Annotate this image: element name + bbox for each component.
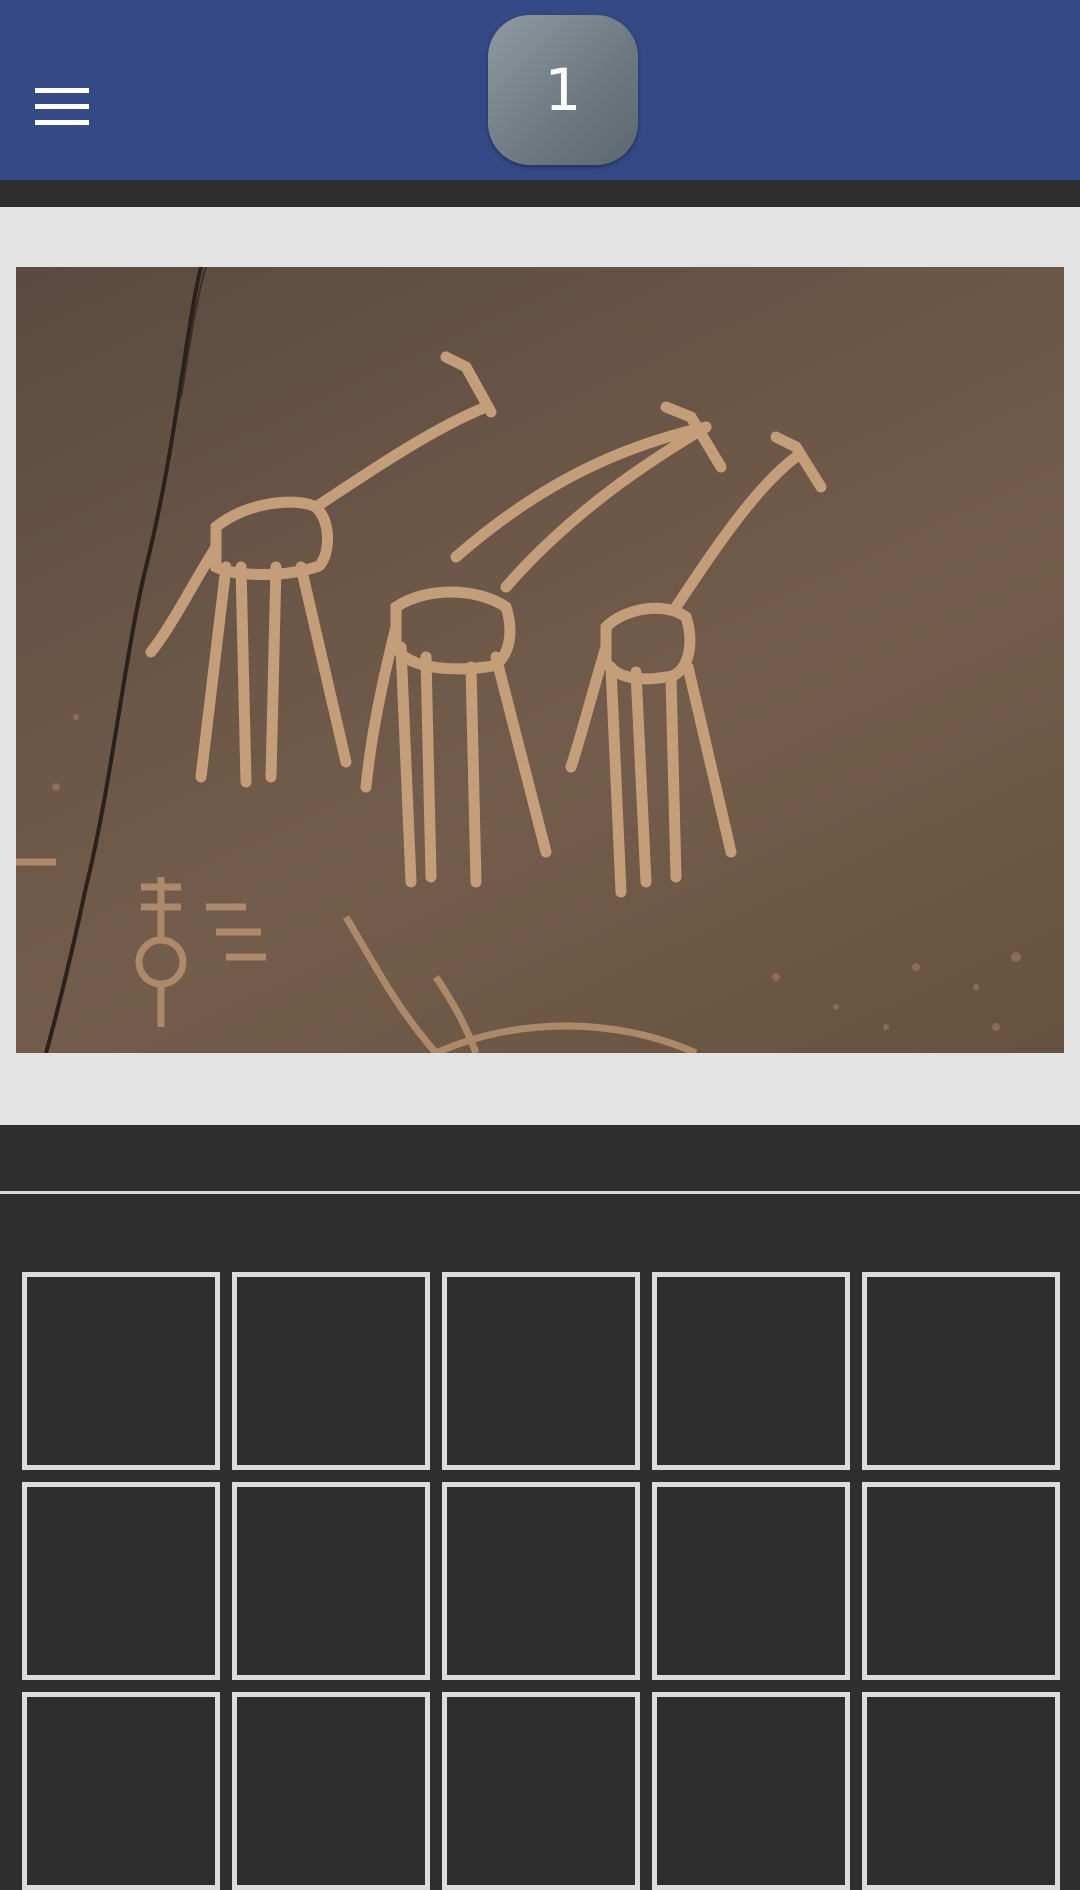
menu-line: [35, 87, 89, 93]
letter-tile[interactable]: [22, 1692, 220, 1890]
letter-tile[interactable]: [22, 1272, 220, 1470]
letter-tile[interactable]: [652, 1272, 850, 1470]
menu-line: [35, 119, 89, 125]
letter-tile[interactable]: [22, 1482, 220, 1680]
answer-letter-grid: [22, 1272, 1060, 1890]
letter-tile[interactable]: [652, 1692, 850, 1890]
letter-tile[interactable]: [862, 1272, 1060, 1470]
puzzle-image-panel: [0, 207, 1080, 1125]
letter-tile[interactable]: [232, 1692, 430, 1890]
letter-tile[interactable]: [862, 1692, 1060, 1890]
puzzle-image: [16, 267, 1064, 1053]
menu-line: [35, 103, 89, 109]
letter-tile[interactable]: [442, 1482, 640, 1680]
level-badge: 1: [488, 15, 638, 165]
letter-tile[interactable]: [442, 1692, 640, 1890]
letter-tile[interactable]: [442, 1272, 640, 1470]
letter-tile[interactable]: [232, 1272, 430, 1470]
letter-tile[interactable]: [862, 1482, 1060, 1680]
hamburger-menu-icon[interactable]: [24, 68, 100, 144]
app-bar: 1: [0, 0, 1080, 180]
letter-tile[interactable]: [232, 1482, 430, 1680]
rock-art-illustration: [16, 267, 1021, 1053]
section-divider: [0, 1191, 1080, 1194]
letter-tile[interactable]: [652, 1482, 850, 1680]
